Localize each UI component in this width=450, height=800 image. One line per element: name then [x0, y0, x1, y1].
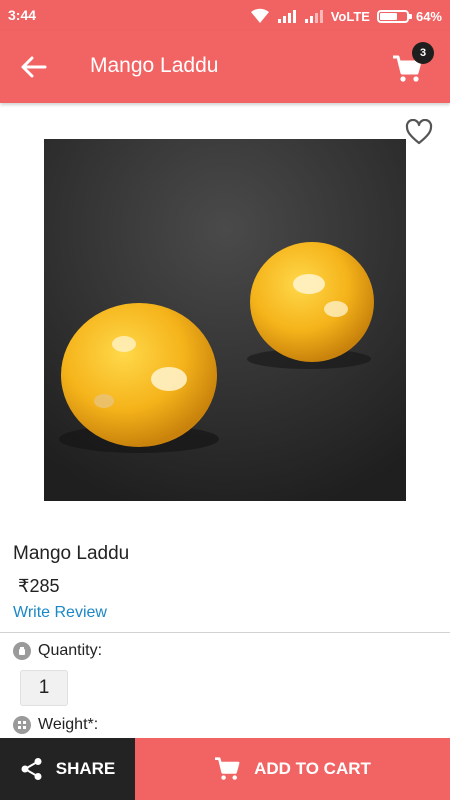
weight-icon [13, 716, 31, 734]
quantity-row: Quantity: [13, 642, 102, 660]
favorite-button[interactable] [405, 118, 433, 145]
app-bar: Mango Laddu 3 [0, 31, 450, 103]
quantity-icon [13, 642, 31, 660]
status-indicators: VoLTE 64% [250, 6, 442, 26]
page-title: Mango Laddu [90, 54, 219, 77]
weight-label: Weight*: [38, 716, 99, 733]
shopping-cart-icon [215, 757, 240, 780]
back-button[interactable] [18, 51, 50, 83]
quantity-input[interactable]: 1 [20, 670, 68, 706]
share-button[interactable]: SHARE [0, 738, 135, 800]
add-to-cart-button[interactable]: ADD TO CART [135, 738, 450, 800]
battery-percent: 64% [415, 8, 442, 24]
write-review-link[interactable]: Write Review [13, 604, 107, 622]
heart-outline-icon [405, 118, 433, 145]
share-label: SHARE [55, 759, 116, 778]
signal-icon [277, 10, 296, 23]
status-time: 3:44 [8, 7, 37, 23]
battery-icon [376, 9, 412, 23]
network-type: VoLTE [330, 8, 370, 24]
divider [0, 632, 450, 633]
cart-count-badge: 3 [412, 42, 434, 64]
product-image[interactable] [44, 139, 406, 501]
cart-button[interactable]: 3 [390, 42, 434, 85]
arrow-left-icon [21, 56, 47, 78]
product-price: ₹285 [18, 576, 60, 596]
bottom-action-bar: SHARE ADD TO CART [0, 738, 450, 800]
share-icon [21, 758, 42, 780]
battery-level [379, 12, 397, 20]
weight-row: Weight*: [13, 716, 98, 734]
product-name: Mango Laddu [13, 543, 130, 564]
add-to-cart-label: ADD TO CART [254, 759, 371, 778]
status-bar: 3:44 VoLTE 64% [0, 0, 450, 31]
wifi-icon [250, 8, 269, 23]
signal-icon-secondary [304, 10, 323, 23]
quantity-label: Quantity: [38, 642, 103, 659]
